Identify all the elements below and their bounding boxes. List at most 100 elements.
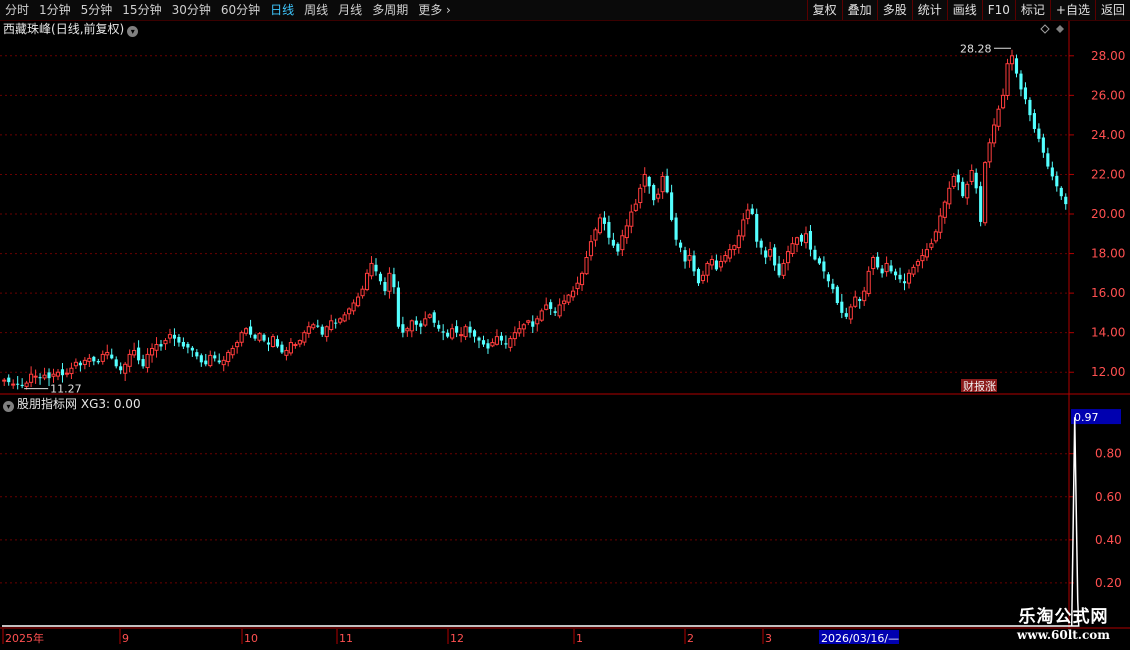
- candle-body-205: [920, 255, 925, 262]
- price-label-6: 16.00: [1091, 286, 1125, 300]
- candle-body-62: [280, 344, 284, 353]
- candle-body-153: [687, 255, 692, 261]
- candle-body-159: [714, 260, 718, 270]
- candle-body-131: [588, 241, 594, 257]
- candle-body-219: [983, 162, 988, 224]
- candle-body-201: [902, 281, 907, 284]
- candle-body-198: [889, 265, 893, 272]
- candle-body-154: [692, 255, 696, 272]
- candle-body-127: [571, 290, 576, 298]
- candle-body-121: [544, 304, 549, 310]
- candle-body-206: [924, 249, 929, 258]
- candle-body-165: [741, 219, 746, 237]
- candle-body-55: [249, 326, 253, 335]
- candle-body-91: [409, 320, 414, 332]
- candle-body-126: [566, 294, 571, 303]
- time-label-7: 3: [765, 632, 772, 645]
- candle-body-113: [508, 338, 513, 348]
- candle-body-237: [1064, 196, 1068, 205]
- candle-body-78: [351, 302, 356, 312]
- price-label-7: 14.00: [1091, 326, 1125, 340]
- price-label-1: 26.00: [1091, 88, 1125, 102]
- time-label-2: 10: [244, 632, 258, 645]
- candle-body-200: [898, 274, 902, 280]
- candle-body-76: [342, 314, 347, 322]
- candle-body-147: [660, 175, 665, 193]
- candle-body-193: [866, 270, 871, 295]
- candle-body-162: [727, 249, 732, 259]
- candle-body-120: [539, 310, 544, 321]
- candle-body-180: [808, 230, 813, 250]
- candle-body-158: [709, 258, 714, 266]
- candle-body-132: [593, 229, 598, 241]
- candle-body-96: [432, 312, 436, 323]
- candle-body-164: [736, 235, 741, 249]
- candle-body-129: [579, 272, 585, 286]
- candle-body-88: [396, 287, 400, 327]
- candle-body-22: [100, 353, 105, 362]
- diamond-filled-icon: [1056, 25, 1064, 33]
- candle-body-146: [656, 193, 661, 199]
- candle-body-216: [969, 170, 974, 182]
- candle-body-79: [356, 296, 361, 307]
- candle-body-40: [181, 341, 185, 347]
- candle-body-100: [450, 328, 455, 339]
- price-label-5: 18.00: [1091, 247, 1125, 261]
- watermark: 乐淘公式网 www.60lt.com: [1017, 607, 1110, 643]
- candle-body-61: [275, 339, 280, 347]
- candle-body-226: [1014, 58, 1019, 74]
- candle-body-42: [190, 347, 194, 351]
- candle-body-218: [979, 186, 983, 222]
- candle-body-197: [884, 262, 889, 273]
- candle-body-235: [1055, 175, 1059, 187]
- candle-body-123: [553, 311, 557, 313]
- time-label-1: 9: [122, 632, 129, 645]
- candle-body-128: [575, 282, 580, 290]
- candle-body-26: [119, 366, 123, 371]
- candle-body-212: [951, 175, 956, 187]
- candle-body-52: [235, 342, 240, 348]
- candle-body-138: [620, 235, 625, 251]
- candle-body-231: [1037, 128, 1041, 139]
- candle-body-232: [1041, 137, 1045, 153]
- candle-body-143: [642, 173, 647, 187]
- kline-chart[interactable]: 28.00 26.00 24.00 22.00 20.00 18.00 16.00 14.00…: [0, 0, 1130, 650]
- candle-body-104: [468, 326, 472, 333]
- candle-body-14: [64, 372, 70, 375]
- candle-body-189: [848, 306, 853, 320]
- candle-body-54: [244, 328, 249, 334]
- diamond-icon: [1040, 24, 1050, 34]
- candle-body-203: [911, 266, 916, 275]
- candle-body-108: [486, 343, 490, 349]
- candle-body-2: [11, 383, 16, 386]
- candle-body-116: [521, 324, 526, 330]
- candle-body-188: [844, 313, 848, 317]
- candle-body-112: [504, 343, 508, 345]
- candle-body-84: [378, 273, 383, 282]
- candle-body-77: [347, 308, 352, 315]
- candle-body-155: [696, 269, 701, 284]
- candle-body-157: [705, 262, 710, 276]
- candle-body-94: [423, 318, 428, 326]
- candle-body-19: [87, 357, 92, 362]
- time-label-4: 12: [450, 632, 464, 645]
- candle-body-160: [718, 260, 723, 268]
- candle-body-222: [996, 108, 1001, 127]
- ind-axis-label-0: 0.80: [1095, 447, 1122, 461]
- candle-body-137: [616, 243, 620, 252]
- candle-body-136: [611, 239, 615, 246]
- candle-body-115: [517, 328, 522, 334]
- candle-body-10: [47, 372, 51, 379]
- candle-body-172: [773, 247, 777, 266]
- price-label-3: 22.00: [1091, 167, 1125, 181]
- candle-body-184: [826, 274, 830, 282]
- candle-body-221: [992, 124, 997, 144]
- candle-body-204: [915, 260, 921, 266]
- candle-body-97: [437, 324, 441, 329]
- candle-body-56: [253, 334, 257, 339]
- candle-body-220: [987, 142, 992, 163]
- candle-body-140: [629, 211, 634, 227]
- candle-body-1: [7, 377, 11, 383]
- candle-body-83: [374, 264, 378, 272]
- candle-body-82: [369, 262, 374, 277]
